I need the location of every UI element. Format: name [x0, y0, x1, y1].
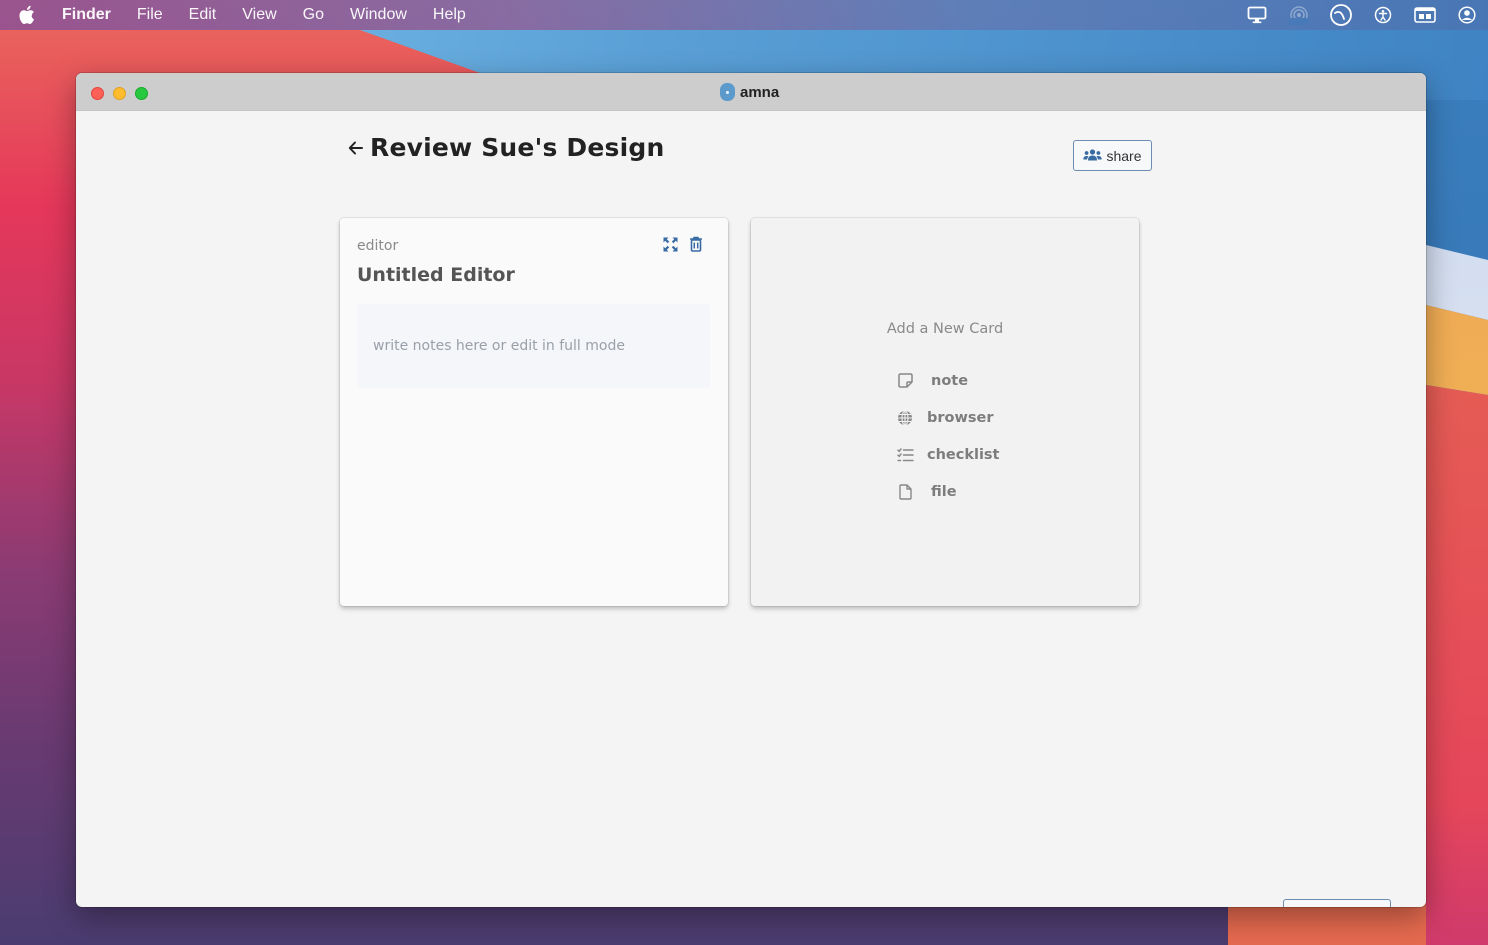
window-controls: [91, 87, 148, 100]
add-browser-label: browser: [927, 409, 994, 426]
card-actions: [662, 235, 704, 253]
minimize-window-button[interactable]: [113, 87, 126, 100]
expert-mode-button[interactable]: Expert Mode: [1283, 899, 1391, 907]
notes-input[interactable]: write notes here or edit in full mode: [357, 304, 710, 388]
menu-edit[interactable]: Edit: [176, 6, 230, 24]
expand-icon[interactable]: [662, 235, 678, 253]
display-icon[interactable]: [1236, 6, 1278, 24]
add-note-label: note: [931, 372, 969, 389]
maximize-window-button[interactable]: [135, 87, 148, 100]
card-title: Untitled Editor: [357, 264, 515, 286]
menu-go[interactable]: Go: [290, 6, 337, 24]
arrow-left-icon[interactable]: [348, 138, 364, 158]
sticky-note-icon: [895, 373, 915, 388]
add-browser-option[interactable]: browser: [895, 399, 1000, 436]
apple-logo-icon[interactable]: [0, 5, 52, 25]
add-file-option[interactable]: file: [895, 473, 1000, 510]
menu-file[interactable]: File: [124, 6, 176, 24]
add-checklist-option[interactable]: checklist: [895, 436, 1000, 473]
menu-view[interactable]: View: [229, 6, 289, 24]
add-file-label: file: [931, 483, 957, 500]
user-account-icon[interactable]: [1446, 6, 1488, 24]
add-new-card-title: Add a New Card: [886, 321, 1004, 337]
accessibility-icon[interactable]: [1362, 6, 1404, 24]
window-title-text: amna: [740, 83, 780, 101]
status-area: [1236, 0, 1488, 30]
checklist-icon: [895, 447, 915, 462]
trash-icon[interactable]: [688, 235, 704, 253]
add-new-card-panel: Add a New Card note browser checklist fi…: [751, 218, 1139, 606]
window-title: amna: [720, 83, 779, 101]
main-content: Review Sue's Design share editor Untitle…: [76, 111, 1426, 907]
menu-help[interactable]: Help: [420, 6, 479, 24]
amna-app-icon: [720, 83, 735, 101]
editor-card: editor Untitled Editor write notes here …: [340, 218, 728, 606]
users-icon: [1083, 148, 1103, 164]
card-type-label: editor: [357, 238, 399, 254]
notes-placeholder: write notes here or edit in full mode: [373, 338, 625, 354]
menu-window[interactable]: Window: [337, 6, 420, 24]
add-note-option[interactable]: note: [895, 362, 1000, 399]
globe-icon: [895, 409, 915, 426]
close-window-button[interactable]: [91, 87, 104, 100]
time-machine-icon[interactable]: [1320, 3, 1362, 27]
page-title: Review Sue's Design: [370, 133, 665, 162]
airdrop-icon[interactable]: [1278, 5, 1320, 25]
share-label: share: [1106, 147, 1142, 164]
window-titlebar[interactable]: amna: [76, 73, 1426, 111]
menu-finder[interactable]: Finder: [52, 6, 124, 24]
file-icon: [895, 483, 915, 500]
share-button[interactable]: share: [1073, 140, 1152, 171]
card-type-options: note browser checklist file: [895, 362, 1000, 510]
app-window: amna Review Sue's Design share editor Un…: [76, 73, 1426, 907]
add-checklist-label: checklist: [927, 446, 1000, 463]
page-header: Review Sue's Design: [348, 133, 664, 162]
menu-bar: Finder File Edit View Go Window Help: [0, 0, 1488, 30]
menu-extra-icon[interactable]: [1404, 7, 1446, 23]
